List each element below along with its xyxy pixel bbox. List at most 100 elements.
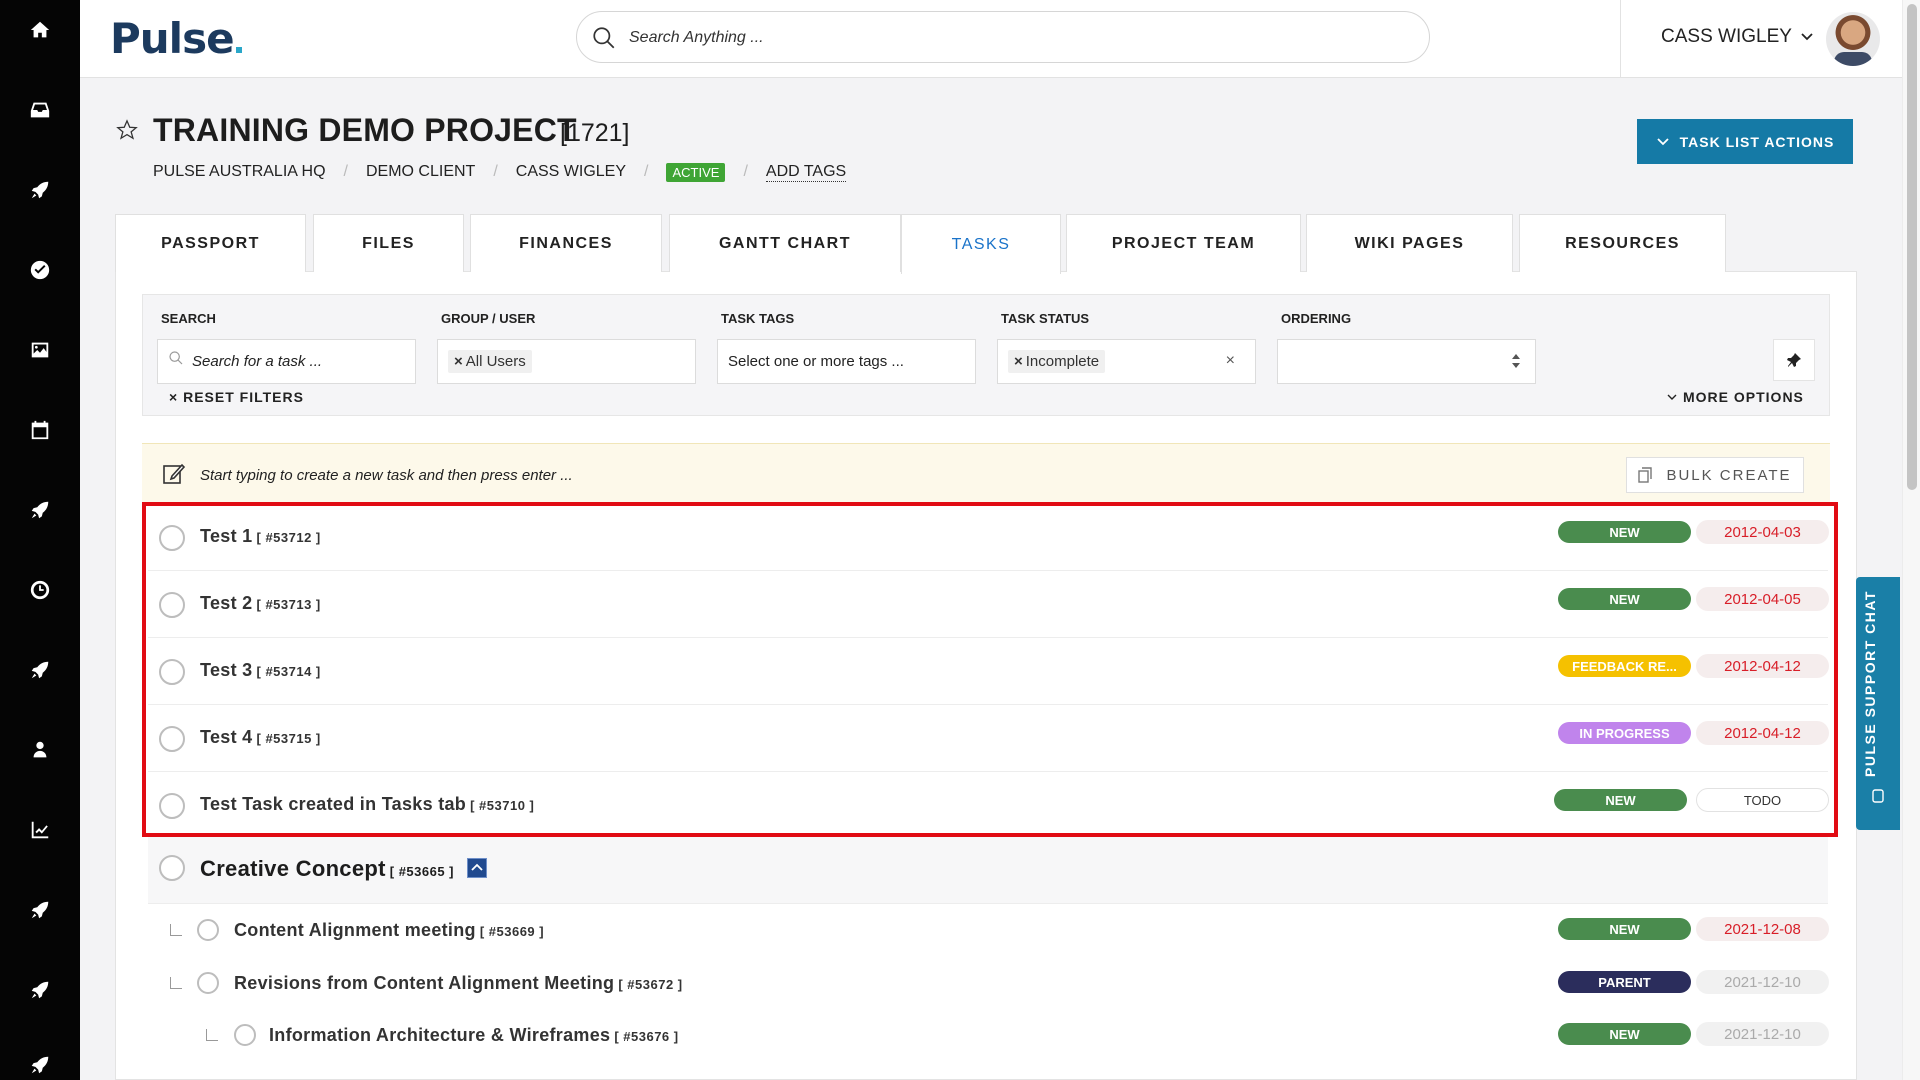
status-pill[interactable]: NEW (1558, 588, 1691, 610)
complete-task-checkbox[interactable] (234, 1024, 256, 1046)
status-pill[interactable]: NEW (1558, 1023, 1691, 1045)
rocket-icon[interactable] (0, 480, 80, 540)
task-title[interactable]: Test 2[ #53713 ] (200, 593, 321, 614)
status-pill[interactable]: IN PROGRESS (1558, 722, 1691, 744)
status-pill[interactable]: NEW (1558, 521, 1691, 543)
task-row[interactable]: Test 3[ #53714 ] FEEDBACK RE... 2012-04-… (148, 639, 1829, 705)
pin-filters-button[interactable] (1773, 339, 1815, 381)
rocket-icon[interactable] (0, 640, 80, 700)
remove-chip-icon[interactable]: × (454, 353, 463, 370)
task-title[interactable]: Information Architecture & Wireframes[ #… (269, 1025, 679, 1046)
task-title[interactable]: Test 4[ #53715 ] (200, 727, 321, 748)
task-title[interactable]: Test 1[ #53712 ] (200, 526, 321, 547)
chat-icon (1872, 789, 1884, 803)
chart-icon[interactable] (0, 800, 80, 860)
add-tags-link[interactable]: ADD TAGS (765, 163, 847, 182)
user-icon[interactable] (0, 720, 80, 780)
due-date[interactable]: 2021-12-10 (1696, 1022, 1829, 1046)
clock-icon[interactable] (0, 560, 80, 620)
group-user-select[interactable]: × All Users (437, 339, 696, 384)
rocket-icon[interactable] (0, 1035, 80, 1080)
task-row[interactable]: Test 4[ #53715 ] IN PROGRESS 2012-04-12 (148, 706, 1829, 772)
task-row[interactable]: Test 1[ #53712 ] NEW 2012-04-03 (148, 505, 1829, 571)
image-icon[interactable] (0, 320, 80, 380)
complete-task-checkbox[interactable] (159, 726, 185, 752)
tab-passport[interactable]: PASSPORT (115, 214, 306, 272)
task-row[interactable]: Test 2[ #53713 ] NEW 2012-04-05 (148, 572, 1829, 638)
subtask-row[interactable]: Information Architecture & Wireframes[ #… (148, 1011, 1829, 1063)
tab-tasks[interactable]: TASKS (901, 214, 1061, 274)
pulse-logo[interactable]: Pulse (110, 14, 242, 63)
user-menu[interactable]: CASS WIGLEY (1661, 26, 1814, 48)
page-scrollbar[interactable] (1902, 0, 1920, 1080)
task-list-actions-button[interactable]: TASK LIST ACTIONS (1637, 119, 1853, 164)
complete-task-checkbox[interactable] (197, 972, 219, 994)
rocket-icon[interactable] (0, 960, 80, 1020)
task-status-select[interactable]: × Incomplete × (997, 339, 1256, 384)
more-options-toggle[interactable]: MORE OPTIONS (1667, 389, 1804, 405)
ordering-select[interactable] (1277, 339, 1536, 384)
complete-task-checkbox[interactable] (159, 793, 185, 819)
due-date[interactable]: 2012-04-12 (1696, 654, 1829, 678)
due-date[interactable]: 2021-12-08 (1696, 917, 1829, 941)
clear-status-icon[interactable]: × (1226, 352, 1235, 370)
task-title[interactable]: Creative Concept[ #53665 ] (200, 856, 454, 882)
global-search-input[interactable] (629, 24, 1389, 52)
due-date[interactable]: 2012-04-05 (1696, 587, 1829, 611)
subtask-row[interactable]: Revisions from Content Alignment Meeting… (148, 959, 1829, 1011)
complete-task-checkbox[interactable] (159, 592, 185, 618)
breadcrumb-client[interactable]: DEMO CLIENT (366, 163, 475, 181)
task-search-input[interactable] (192, 353, 392, 370)
inbox-icon[interactable] (0, 80, 80, 140)
complete-task-checkbox[interactable] (197, 919, 219, 941)
edit-icon (163, 463, 186, 484)
task-tags-select[interactable]: Select one or more tags ... (717, 339, 976, 384)
avatar[interactable] (1826, 12, 1880, 66)
tab-resources[interactable]: RESOURCES (1519, 214, 1726, 272)
tab-project-team[interactable]: PROJECT TEAM (1066, 214, 1301, 272)
status-pill[interactable]: PARENT (1558, 971, 1691, 993)
new-task-input[interactable] (200, 463, 1100, 487)
due-date[interactable]: 2012-04-03 (1696, 520, 1829, 544)
task-row[interactable]: Test Task created in Tasks tab[ #53710 ]… (148, 773, 1829, 839)
star-icon[interactable] (116, 119, 138, 141)
tab-gantt-chart[interactable]: GANTT CHART (669, 214, 901, 272)
scrollbar-thumb[interactable] (1907, 4, 1917, 490)
remove-chip-icon[interactable]: × (1014, 353, 1023, 370)
avatar-shirt (1834, 52, 1872, 66)
task-group-row[interactable]: Creative Concept[ #53665 ] (148, 836, 1828, 904)
task-title[interactable]: Revisions from Content Alignment Meeting… (234, 973, 683, 994)
task-title[interactable]: Test Task created in Tasks tab[ #53710 ] (200, 794, 534, 815)
home-icon[interactable] (0, 0, 80, 60)
calendar-icon[interactable] (0, 400, 80, 460)
breadcrumb-office[interactable]: PULSE AUSTRALIA HQ (153, 163, 326, 181)
due-date[interactable]: TODO (1696, 788, 1829, 812)
collapse-group-button[interactable] (467, 858, 487, 878)
tab-files[interactable]: FILES (313, 214, 464, 272)
status-pill[interactable]: NEW (1554, 789, 1687, 811)
tab-finances[interactable]: FINANCES (470, 214, 662, 272)
complete-task-checkbox[interactable] (159, 659, 185, 685)
bulk-create-button[interactable]: BULK CREATE (1626, 457, 1804, 493)
tab-wiki-pages[interactable]: WIKI PAGES (1306, 214, 1513, 272)
status-pill[interactable]: NEW (1558, 918, 1691, 940)
quick-create-bar: BULK CREATE (142, 443, 1830, 505)
task-title[interactable]: Content Alignment meeting[ #53669 ] (234, 920, 544, 941)
task-title[interactable]: Test 3[ #53714 ] (200, 660, 321, 681)
complete-task-checkbox[interactable] (159, 525, 185, 551)
chevron-down-icon (1801, 33, 1813, 41)
due-date[interactable]: 2021-12-10 (1696, 970, 1829, 994)
subtask-row[interactable]: Content Alignment meeting[ #53669 ] NEW … (148, 906, 1829, 958)
complete-task-checkbox[interactable] (159, 855, 185, 881)
breadcrumb-manager[interactable]: CASS WIGLEY (516, 163, 626, 181)
status-pill[interactable]: FEEDBACK RE... (1558, 655, 1691, 677)
copy-icon (1638, 467, 1653, 483)
task-name: Content Alignment meeting (234, 920, 476, 940)
reset-filters-label: RESET FILTERS (183, 389, 304, 405)
due-date[interactable]: 2012-04-12 (1696, 721, 1829, 745)
rocket-icon[interactable] (0, 880, 80, 940)
support-chat-tab[interactable]: PULSE SUPPORT CHAT (1856, 577, 1900, 830)
reset-filters-link[interactable]: × RESET FILTERS (169, 389, 304, 405)
rocket-icon[interactable] (0, 160, 80, 220)
check-circle-icon[interactable] (0, 240, 80, 300)
